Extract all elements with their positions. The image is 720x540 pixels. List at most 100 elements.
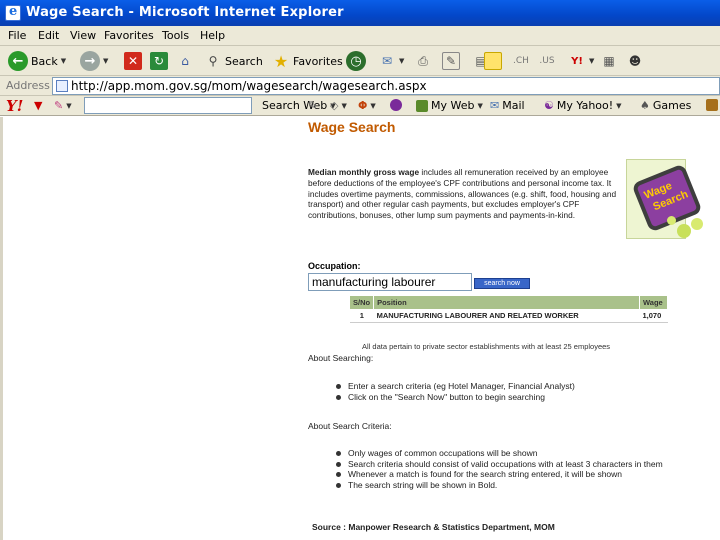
messenger-icon: ☻ <box>628 54 642 68</box>
more-icon <box>706 99 718 111</box>
highlight-icon: ✎ <box>308 99 318 112</box>
star-icon: ★ <box>273 51 289 71</box>
about-criteria-heading: About Search Criteria: <box>308 421 392 431</box>
list-item: Search criteria should consist of valid … <box>336 459 696 470</box>
dropdown-icon: ▼ <box>477 101 483 110</box>
results-table: S/No Position Wage 1 MANUFACTURING LABOU… <box>350 296 668 323</box>
menu-view[interactable]: View <box>70 29 96 42</box>
standard-toolbar: ← Back ▼ → ▼ ✕ ↻ ⌂ ⚲ Search ★ Favorites … <box>0 46 720 76</box>
search-web-button[interactable]: Search Web ▼ <box>262 99 336 112</box>
home-icon: ⌂ <box>181 54 189 68</box>
menu-help[interactable]: Help <box>200 29 225 42</box>
my-yahoo-icon: ☯ <box>544 99 554 112</box>
logo-bubble <box>677 224 691 238</box>
window-title: Wage Search - Microsoft Internet Explore… <box>26 5 344 20</box>
home-button[interactable]: ⌂ <box>176 49 194 73</box>
mail-button[interactable]: ✉ ▼ <box>378 49 404 73</box>
back-button[interactable]: ← Back ▼ <box>8 49 66 73</box>
messenger-icon-button[interactable]: ☻ <box>626 49 644 73</box>
page-title: Wage Search <box>308 119 396 135</box>
alert-button[interactable]: Φ ▼ <box>358 99 376 112</box>
address-url: http://app.mom.gov.sg/mom/wagesearch/wag… <box>71 79 427 93</box>
more-button[interactable] <box>706 99 718 111</box>
about-searching-heading: About Searching: <box>308 353 374 363</box>
logo-bubble <box>667 216 676 225</box>
ch-icon: .CH <box>513 56 529 66</box>
yahoo-logo[interactable]: Y! <box>6 97 23 115</box>
intro-bold: Median monthly gross wage <box>308 167 420 177</box>
forward-button[interactable]: → ▼ <box>80 49 108 73</box>
table-cell: MANUFACTURING LABOURER AND RELATED WORKE… <box>373 309 640 323</box>
column-header: Position <box>373 296 640 309</box>
table-row[interactable]: 1 MANUFACTURING LABOURER AND RELATED WOR… <box>350 309 668 323</box>
yahoo-tool-button[interactable]: Y! ▼ <box>568 49 594 73</box>
highlight-button[interactable]: ✎ <box>308 99 317 112</box>
edit-button[interactable]: ✎ <box>442 49 460 73</box>
list-item: The search string will be shown in Bold. <box>336 480 696 491</box>
edit-icon: ✎ <box>442 52 460 70</box>
column-header: S/No <box>350 296 375 309</box>
search-now-button[interactable]: search now <box>474 278 530 289</box>
dropdown-icon: ▼ <box>103 57 109 65</box>
occupation-input[interactable]: manufacturing labourer <box>308 273 472 291</box>
page-icon <box>56 80 68 92</box>
menu-favorites[interactable]: Favorites <box>104 29 154 42</box>
source-note: Source : Manpower Research & Statistics … <box>312 522 555 532</box>
print-button[interactable]: ⎙ <box>414 49 432 73</box>
yahoo-360-button[interactable] <box>390 99 402 111</box>
messenger-button[interactable] <box>484 49 502 73</box>
search-button[interactable]: ⚲ Search <box>204 49 263 73</box>
yahoo-icon: Y! <box>571 55 583 67</box>
menu-edit[interactable]: Edit <box>38 29 59 42</box>
us-icon: .US <box>539 56 555 66</box>
ie-icon <box>5 4 21 21</box>
dropdown-icon: ▼ <box>66 101 72 110</box>
occupation-label: Occupation: <box>308 261 361 271</box>
mail-icon: ✉ <box>490 99 500 112</box>
refresh-button[interactable]: ↻ <box>150 49 168 73</box>
yahoo-menu-caret[interactable]: ▼ <box>34 99 42 112</box>
intro-text: Median monthly gross wage includes all r… <box>308 167 622 221</box>
address-bar: Address http://app.mom.gov.sg/mom/wagese… <box>0 76 720 96</box>
my-web-button[interactable]: My Web ▼ <box>416 99 483 112</box>
dropdown-icon: ▼ <box>589 57 595 65</box>
translate-ch-button[interactable]: .CH <box>512 49 530 73</box>
dropdown-icon: ▼ <box>616 101 622 110</box>
history-icon: ◷ <box>346 51 366 71</box>
search-icon: ⚲ <box>208 54 218 68</box>
dropdown-icon: ▼ <box>60 57 67 65</box>
history-button[interactable]: ◷ <box>346 49 366 73</box>
about-searching-list: Enter a search criteria (eg Hotel Manage… <box>336 381 696 402</box>
menu-tools[interactable]: Tools <box>162 29 189 42</box>
yahoo-search-input[interactable] <box>84 97 252 114</box>
pencil-icon: ✎ <box>54 99 64 112</box>
mail-link[interactable]: ✉ Mail <box>490 99 525 112</box>
chart-button[interactable]: ▦ <box>600 49 618 73</box>
my-web-icon <box>416 99 428 112</box>
stop-icon: ✕ <box>124 52 142 70</box>
table-header-row: S/No Position Wage <box>350 296 668 309</box>
column-header: Wage <box>639 296 668 309</box>
address-input[interactable]: http://app.mom.gov.sg/mom/wagesearch/wag… <box>52 77 720 95</box>
print-icon: ⎙ <box>418 53 428 68</box>
translate-us-button[interactable]: .US <box>538 49 556 73</box>
dropdown-icon: ▼ <box>399 57 405 65</box>
refresh-icon: ↻ <box>150 52 168 70</box>
my-yahoo-button[interactable]: ☯ My Yahoo! ▼ <box>544 99 622 112</box>
stop-button[interactable]: ✕ <box>124 49 142 73</box>
bookmark-icon: ◇ <box>330 99 339 112</box>
favorites-button[interactable]: ★ Favorites <box>272 49 343 73</box>
table-cell: 1 <box>350 309 374 323</box>
yahoo-toolbar: Y! ▼ ✎ ▼ Search Web ▼ ✎ ◇ ▼ Φ ▼ My Web ▼… <box>0 96 720 116</box>
about-criteria-list: Only wages of common occupations will be… <box>336 448 696 490</box>
mail-icon: ✉ <box>381 54 393 68</box>
bookmark-button[interactable]: ◇ ▼ <box>330 99 347 112</box>
menu-file[interactable]: File <box>8 29 26 42</box>
games-button[interactable]: ♠ Games <box>640 99 691 112</box>
circle-icon <box>390 99 402 111</box>
chart-icon: ▦ <box>603 54 615 68</box>
forward-arrow-icon: → <box>80 51 100 71</box>
yahoo-pencil-button[interactable]: ✎ ▼ <box>54 99 72 112</box>
logo-bubble <box>691 218 703 230</box>
dropdown-icon: ▼ <box>370 101 376 110</box>
